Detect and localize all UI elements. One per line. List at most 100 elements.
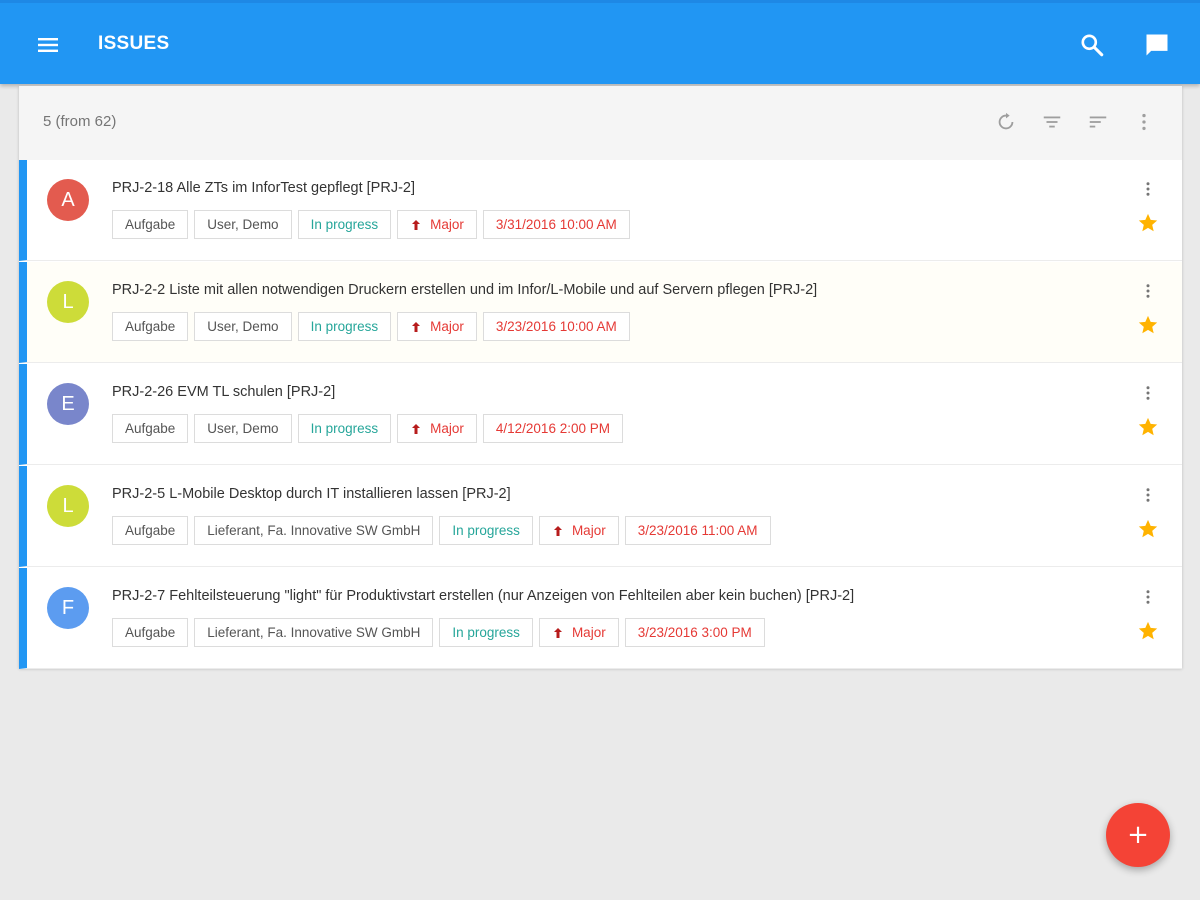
favorite-star-button[interactable] xyxy=(1135,414,1161,440)
issue-title: PRJ-2-5 L-Mobile Desktop durch IT instal… xyxy=(112,486,511,502)
due-date-tag: 3/23/2016 3:00 PM xyxy=(624,618,765,647)
status-tag: In progress xyxy=(297,414,392,443)
priority-icon xyxy=(552,525,564,537)
due-date-tag: 3/23/2016 11:00 AM xyxy=(624,516,771,545)
star-icon xyxy=(1138,519,1158,538)
favorite-star-button[interactable] xyxy=(1135,210,1161,236)
due-date-tag: 4/12/2016 2:00 PM xyxy=(482,414,623,443)
priority-label: Major xyxy=(430,217,464,232)
issue-title: PRJ-2-18 Alle ZTs im InforTest gepflegt … xyxy=(112,180,415,196)
avatar: A xyxy=(47,179,89,221)
more-vert-icon xyxy=(1142,113,1146,131)
add-issue-button[interactable]: + xyxy=(1106,803,1170,867)
more-options-button[interactable] xyxy=(1130,108,1158,136)
assignee-tag: Lieferant, Fa. Innovative SW GmbH xyxy=(194,516,434,545)
priority-tag: Major xyxy=(538,516,619,545)
row-menu-button[interactable] xyxy=(1137,382,1159,404)
favorite-star-button[interactable] xyxy=(1135,516,1161,542)
sort-button[interactable] xyxy=(1084,108,1112,136)
priority-tag: Major xyxy=(538,618,619,647)
chat-icon xyxy=(1146,34,1168,56)
chat-button[interactable] xyxy=(1139,27,1175,63)
favorite-star-button[interactable] xyxy=(1135,618,1161,644)
avatar: E xyxy=(47,383,89,425)
star-icon xyxy=(1138,213,1158,232)
more-vert-icon xyxy=(1146,488,1150,502)
priority-tag: Major xyxy=(397,414,477,443)
row-menu-button[interactable] xyxy=(1137,586,1159,608)
issue-tags: Aufgabe User, Demo In progress Major 3/31/20… xyxy=(112,210,630,239)
priority-tag: Major xyxy=(397,312,477,341)
issue-row[interactable]: A PRJ-2-18 Alle ZTs im InforTest gepflegt… xyxy=(19,160,1182,261)
menu-button[interactable] xyxy=(30,27,66,63)
type-tag: Aufgabe xyxy=(112,516,189,545)
issue-row[interactable]: L PRJ-2-5 L-Mobile Desktop durch IT insta… xyxy=(19,466,1182,567)
issues-panel: 5 (from 62) A PRJ-2-18 Alle ZTs im Infor… xyxy=(19,86,1182,669)
star-icon xyxy=(1138,417,1158,436)
issue-title: PRJ-2-2 Liste mit allen notwendigen Druc… xyxy=(112,282,818,298)
status-tag: In progress xyxy=(297,312,392,341)
avatar: L xyxy=(47,485,89,527)
list-toolbar: 5 (from 62) xyxy=(19,86,1182,160)
search-icon xyxy=(1081,34,1104,57)
issue-tags: Aufgabe User, Demo In progress Major 4/12/20… xyxy=(112,414,623,443)
refresh-button[interactable] xyxy=(992,108,1020,136)
status-tag: In progress xyxy=(297,210,392,239)
issue-row[interactable]: F PRJ-2-7 Fehlteilsteuerung "light" für P… xyxy=(19,568,1182,669)
issue-row[interactable]: L PRJ-2-2 Liste mit allen notwendigen Dru… xyxy=(19,262,1182,363)
avatar-initial: A xyxy=(61,188,75,211)
avatar: F xyxy=(47,587,89,629)
issue-tags: Aufgabe Lieferant, Fa. Innovative SW GmbH… xyxy=(112,618,765,647)
issue-count: 5 (from 62) xyxy=(43,113,117,130)
more-vert-icon xyxy=(1146,182,1150,196)
priority-icon xyxy=(410,321,422,333)
star-icon xyxy=(1138,621,1158,640)
app-bar: ISSUES xyxy=(0,0,1200,84)
priority-tag: Major xyxy=(397,210,477,239)
priority-icon xyxy=(552,627,564,639)
assignee-tag: User, Demo xyxy=(194,312,292,341)
row-menu-button[interactable] xyxy=(1137,280,1159,302)
priority-label: Major xyxy=(430,319,464,334)
avatar-initial: E xyxy=(61,392,75,415)
search-button[interactable] xyxy=(1074,27,1110,63)
status-tag: In progress xyxy=(439,618,533,647)
issue-tags: Aufgabe Lieferant, Fa. Innovative SW GmbH… xyxy=(112,516,771,545)
menu-icon xyxy=(38,38,58,52)
avatar-initial: F xyxy=(61,596,75,619)
priority-label: Major xyxy=(430,421,464,436)
issue-tags: Aufgabe User, Demo In progress Major 3/23/20… xyxy=(112,312,630,341)
priority-icon xyxy=(410,423,422,435)
status-tag: In progress xyxy=(439,516,533,545)
type-tag: Aufgabe xyxy=(112,312,189,341)
assignee-tag: Lieferant, Fa. Innovative SW GmbH xyxy=(194,618,434,647)
type-tag: Aufgabe xyxy=(112,414,189,443)
avatar-initial: L xyxy=(62,494,74,517)
row-menu-button[interactable] xyxy=(1137,484,1159,506)
favorite-star-button[interactable] xyxy=(1135,312,1161,338)
type-tag: Aufgabe xyxy=(112,210,189,239)
avatar: L xyxy=(47,281,89,323)
issue-title: PRJ-2-26 EVM TL schulen [PRJ-2] xyxy=(112,384,336,400)
due-date-tag: 3/31/2016 10:00 AM xyxy=(482,210,630,239)
page-title: ISSUES xyxy=(98,33,170,54)
type-tag: Aufgabe xyxy=(112,618,189,647)
filter-icon xyxy=(1043,116,1061,128)
priority-label: Major xyxy=(571,625,606,640)
avatar-initial: L xyxy=(62,290,74,313)
filter-button[interactable] xyxy=(1038,108,1066,136)
sort-icon xyxy=(1089,116,1107,128)
issue-row[interactable]: E PRJ-2-26 EVM TL schulen [PRJ-2] Aufgabe U… xyxy=(19,364,1182,465)
issue-title: PRJ-2-7 Fehlteilsteuerung "light" für Pr… xyxy=(112,588,855,604)
more-vert-icon xyxy=(1146,284,1150,298)
row-menu-button[interactable] xyxy=(1137,178,1159,200)
assignee-tag: User, Demo xyxy=(194,210,292,239)
more-vert-icon xyxy=(1146,386,1150,400)
assignee-tag: User, Demo xyxy=(194,414,292,443)
priority-label: Major xyxy=(571,523,606,538)
star-icon xyxy=(1138,315,1158,334)
due-date-tag: 3/23/2016 10:00 AM xyxy=(482,312,630,341)
more-vert-icon xyxy=(1146,590,1150,604)
refresh-icon xyxy=(998,112,1014,130)
priority-icon xyxy=(410,219,422,231)
